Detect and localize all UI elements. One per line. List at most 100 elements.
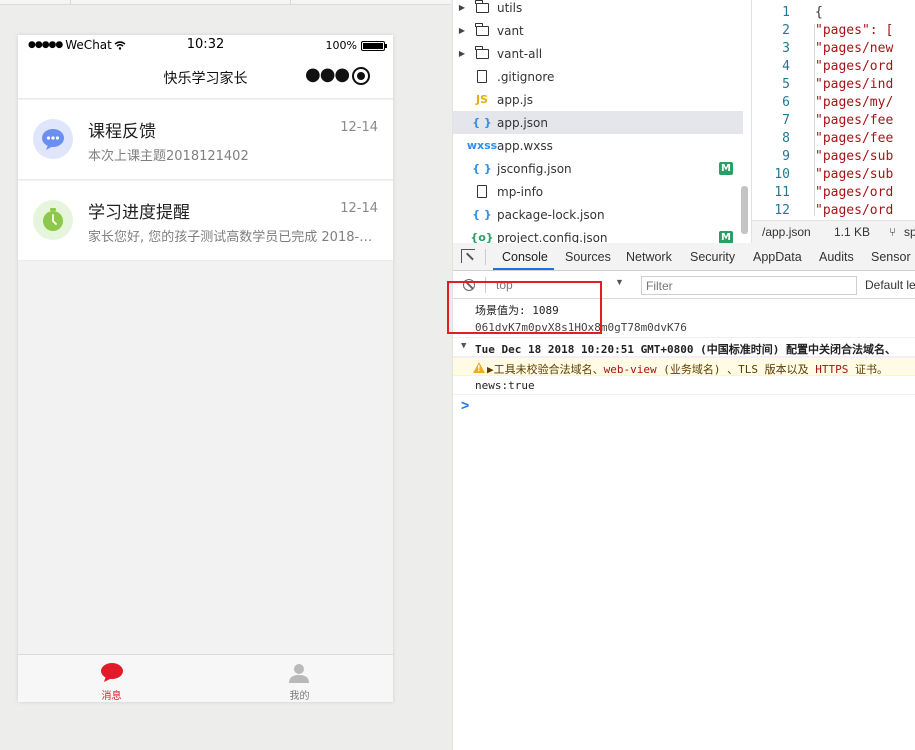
battery-status: 100% <box>325 39 387 52</box>
code-text: "pages/new <box>815 41 894 56</box>
console-text: ▶工具未校验合法域名、web-view (业务域名) 、TLS 版本以及 HTT… <box>487 363 888 376</box>
line-number: 6 <box>782 95 790 110</box>
expand-arrow-icon[interactable]: ▶ <box>453 49 471 58</box>
line-number: 12 <box>774 203 790 218</box>
console-group-header[interactable]: ▼ Tue Dec 18 2018 10:20:51 GMT+0800 (中国标… <box>453 338 915 357</box>
battery-percent: 100% <box>325 39 357 52</box>
line-number: 3 <box>782 41 790 56</box>
status-bar: ●●●●● WeChat 10:32 100% <box>18 35 393 55</box>
modified-badge: M <box>719 162 733 175</box>
tree-folder-vant[interactable]: ▶ vant <box>453 19 743 42</box>
tab-profile[interactable]: 我的 <box>206 655 393 702</box>
code-line: 5 "pages/ind <box>752 77 915 95</box>
code-line: 10 "pages/sub <box>752 167 915 185</box>
tab-sensor[interactable]: Sensor <box>871 250 911 264</box>
code-text: "pages": [ <box>815 23 894 38</box>
tab-sources[interactable]: Sources <box>565 250 611 264</box>
code-line: 8 "pages/fee <box>752 131 915 149</box>
tree-folder-vant-all[interactable]: ▶ vant-all <box>453 42 743 65</box>
highlight-annotation-box <box>447 281 602 334</box>
file-name: app.js <box>497 92 533 107</box>
code-editor[interactable]: 1{ 2 "pages": [ 3 "pages/new 4 "pages/or… <box>751 0 915 243</box>
code-line: 3 "pages/new <box>752 41 915 59</box>
file-name: jsconfig.json <box>497 161 572 176</box>
console-warning[interactable]: ▶工具未校验合法域名、web-view (业务域名) 、TLS 版本以及 HTT… <box>453 357 915 376</box>
message-date: 12-14 <box>340 120 378 135</box>
code-text: "pages/ord <box>815 185 894 200</box>
filter-input[interactable] <box>641 276 857 295</box>
tree-file-app-wxss[interactable]: wxss app.wxss <box>453 134 743 157</box>
file-name: mp-info <box>497 184 544 199</box>
code-text: "pages/fee <box>815 131 894 146</box>
editor-status-bar: /app.json 1.1 KB ⑂ sp <box>752 220 915 243</box>
js-icon: JS <box>475 93 488 106</box>
message-item-feedback[interactable]: 课程反馈 12-14 本次上课主题2018121402 <box>18 100 393 180</box>
code-text: "pages/ord <box>815 203 894 218</box>
line-number: 8 <box>782 131 790 146</box>
line-number: 5 <box>782 77 790 92</box>
tree-folder-utils[interactable]: ▶ utils <box>453 0 743 19</box>
code-text: { <box>815 5 823 20</box>
tree-file-jsconfig[interactable]: { } jsconfig.json M <box>453 157 743 180</box>
tree-file-app-json[interactable]: { } app.json <box>453 111 743 134</box>
message-item-progress[interactable]: 学习进度提醒 12-14 家长您好, 您的孩子测试高数学员已完成 2018-12… <box>18 181 393 261</box>
toolbar-divider <box>485 249 486 265</box>
code-text: "pages/sub <box>815 167 894 182</box>
tree-file-mp-info[interactable]: mp-info <box>453 180 743 203</box>
branch-icon: ⑂ <box>889 225 897 239</box>
message-preview: 本次上课主题2018121402 <box>88 149 249 164</box>
collapse-arrow-icon[interactable]: ▼ <box>461 341 466 351</box>
tree-file-project-config[interactable]: {o} project.config.json M <box>453 226 743 243</box>
line-number: 10 <box>774 167 790 182</box>
expand-arrow-icon[interactable]: ▶ <box>453 3 471 12</box>
tree-file-app-js[interactable]: JS app.js <box>453 88 743 111</box>
indent-guide <box>814 24 815 216</box>
tab-security[interactable]: Security <box>690 250 735 264</box>
dropdown-arrow-icon[interactable]: ▼ <box>615 277 624 287</box>
tab-bar: 消息 我的 <box>18 654 393 702</box>
folder-icon <box>475 22 489 36</box>
phone-simulator: ●●●●● WeChat 10:32 100% 快乐学习家长 ●●● 课程反馈 … <box>18 35 393 702</box>
console-text: Tue Dec 18 2018 10:20:51 GMT+0800 (中国标准时… <box>475 343 897 356</box>
tab-messages[interactable]: 消息 <box>18 655 205 702</box>
code-text: "pages/ind <box>815 77 894 92</box>
tree-file-package-lock[interactable]: { } package-lock.json <box>453 203 743 226</box>
message-date: 12-14 <box>340 201 378 216</box>
wxss-icon: wxss <box>466 139 498 152</box>
file-name: vant-all <box>497 46 543 61</box>
tab-label: 消息 <box>101 691 122 702</box>
code-line: 7 "pages/fee <box>752 113 915 131</box>
tree-file-gitignore[interactable]: .gitignore <box>453 65 743 88</box>
toolbar-divider <box>290 0 291 5</box>
folder-icon <box>475 0 489 13</box>
simulator-toolbar <box>0 0 451 5</box>
tab-console[interactable]: Console <box>502 250 548 264</box>
json-icon: { } <box>472 162 492 175</box>
line-number: 2 <box>782 23 790 38</box>
line-number: 4 <box>782 59 790 74</box>
more-icon[interactable]: ●●● <box>305 66 350 87</box>
user-icon <box>289 664 309 683</box>
message-title: 学习进度提醒 <box>88 203 190 223</box>
line-number: 7 <box>782 113 790 128</box>
code-line: 11 "pages/ord <box>752 185 915 203</box>
inspect-element-icon[interactable] <box>461 249 475 263</box>
log-levels-dropdown[interactable]: Default le <box>865 278 915 292</box>
close-miniprogram-icon[interactable] <box>352 67 370 85</box>
file-tree-scrollbar[interactable] <box>741 186 748 234</box>
folder-icon <box>475 45 489 59</box>
warning-icon <box>473 362 485 373</box>
file-name: .gitignore <box>497 69 555 84</box>
modified-badge: M <box>719 231 733 243</box>
file-icon <box>477 185 487 198</box>
code-line: 2 "pages": [ <box>752 23 915 41</box>
file-name: utils <box>497 0 523 15</box>
expand-arrow-icon[interactable]: ▶ <box>453 26 471 35</box>
tab-appdata[interactable]: AppData <box>753 250 802 264</box>
console-prompt[interactable]: > <box>461 397 469 413</box>
code-text: "pages/ord <box>815 59 894 74</box>
tab-audits[interactable]: Audits <box>819 250 854 264</box>
code-line: 9 "pages/sub <box>752 149 915 167</box>
file-explorer: ▶ utils ▶ vant ▶ vant-all .gitignore JS … <box>452 0 751 243</box>
tab-network[interactable]: Network <box>626 250 672 264</box>
